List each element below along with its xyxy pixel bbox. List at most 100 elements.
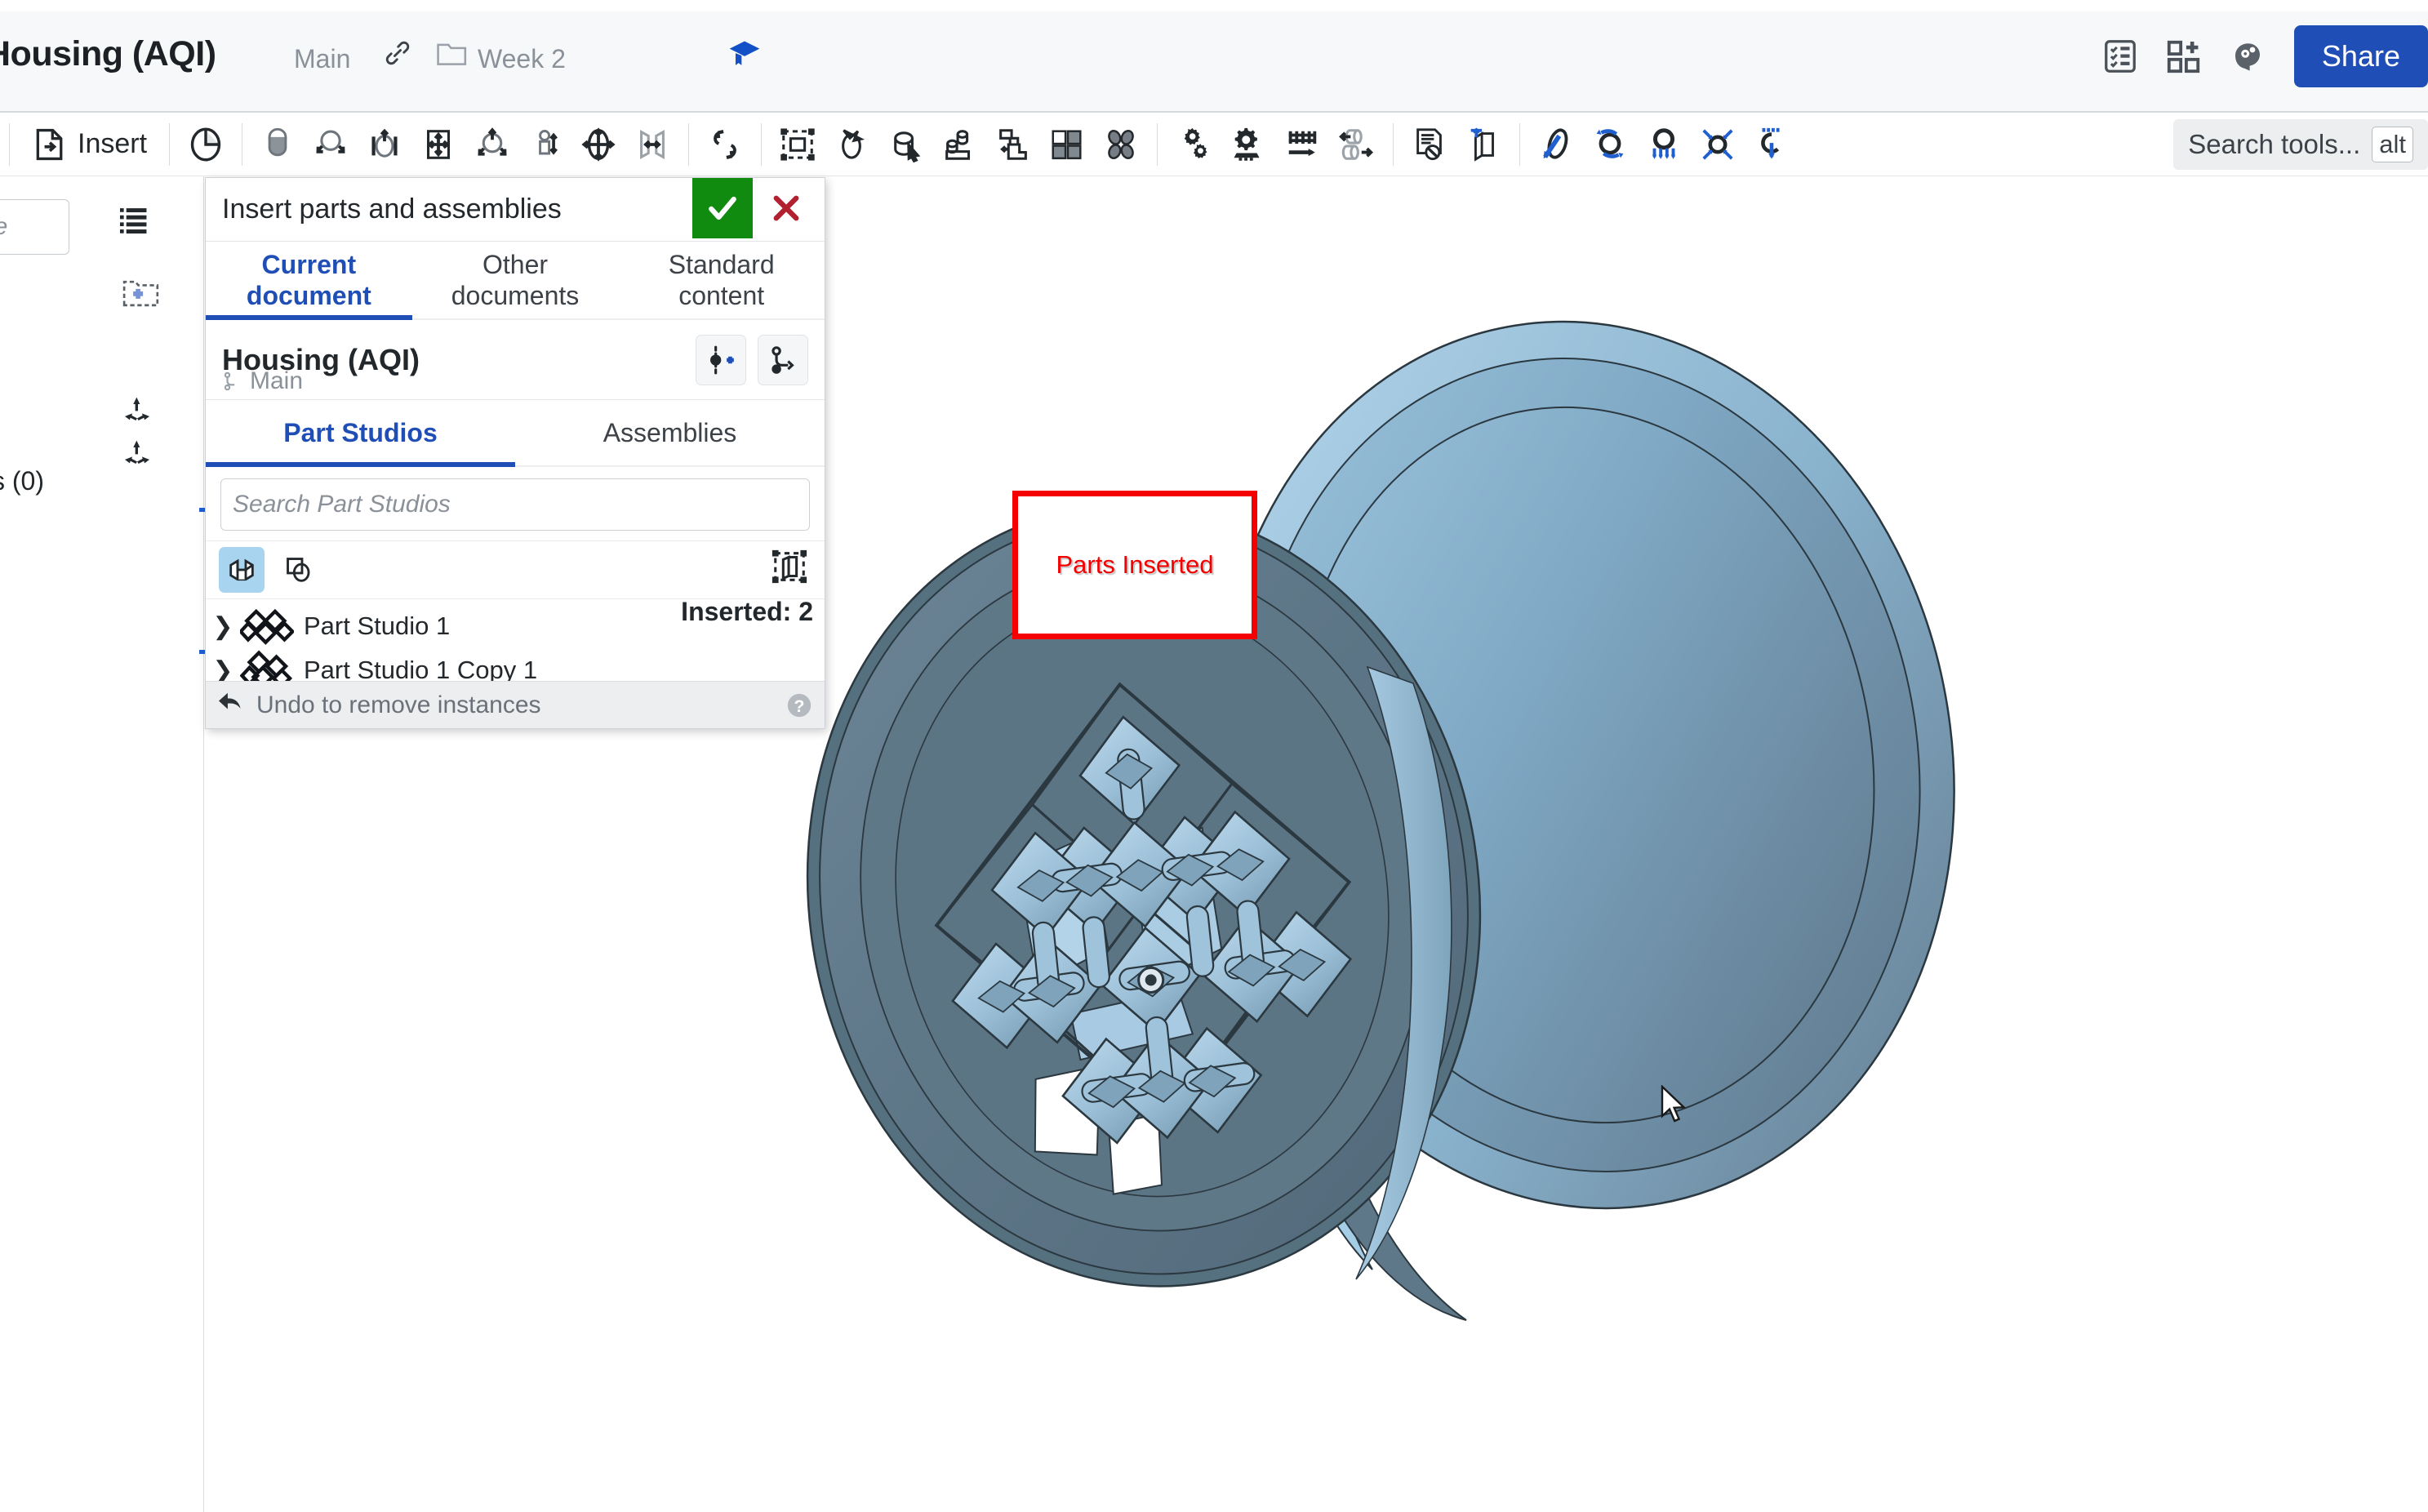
parts-filter-button[interactable] xyxy=(219,547,265,593)
assemble-icon[interactable] xyxy=(932,116,986,173)
tab-other-documents-line2: documents xyxy=(451,281,580,310)
ai-advisor-icon[interactable] xyxy=(2216,24,2279,88)
insert-button[interactable]: Insert xyxy=(19,116,160,173)
tree-row-part-studio-1-copy-1[interactable]: ❯ Part Studio 1 Copy 1 xyxy=(206,648,825,681)
toolbar-divider xyxy=(688,122,690,166)
tab-current-document-line2: document xyxy=(246,281,371,310)
tab-current-document-line1: Current xyxy=(261,250,357,279)
mate-connector-icon[interactable] xyxy=(698,116,752,173)
parallel-mate-icon[interactable] xyxy=(571,116,625,173)
tab-part-studios[interactable]: Part Studios xyxy=(206,400,515,467)
instances-count-label: s (0) xyxy=(0,466,44,496)
cylindrical-mate-icon[interactable] xyxy=(358,116,411,173)
dialog-cancel-button[interactable] xyxy=(756,178,816,238)
bounding-box-icon[interactable] xyxy=(771,548,808,589)
folder-label[interactable]: Week 2 xyxy=(478,44,566,74)
version-graph-button[interactable] xyxy=(758,335,808,385)
lattice-black-thumb xyxy=(239,650,294,681)
screw-relation-icon[interactable] xyxy=(1274,116,1330,173)
tab-standard-content-line1: Standard xyxy=(668,250,775,279)
header-top-strip xyxy=(0,0,2428,11)
toolbar-divider xyxy=(1519,122,1521,166)
sidebar-search-input[interactable]: ame xyxy=(0,199,69,255)
replicate-icon[interactable] xyxy=(825,116,878,173)
rack-pinion-relation-icon[interactable] xyxy=(1221,116,1274,173)
origin-axes-icon[interactable] xyxy=(121,393,153,428)
mirror-icon[interactable] xyxy=(1094,116,1148,173)
tab-current-document[interactable]: Current document xyxy=(206,242,412,320)
compress-icon[interactable] xyxy=(1637,116,1691,173)
chevron-right-icon[interactable]: ❯ xyxy=(206,612,240,641)
dialog-document-branch: Main xyxy=(222,367,303,395)
chevron-right-icon[interactable]: ❯ xyxy=(206,656,240,682)
tangent-mate-icon[interactable] xyxy=(625,116,679,173)
folder-icon[interactable] xyxy=(437,41,468,71)
lattice-black-thumb xyxy=(238,606,296,647)
tab-standard-content-line2: content xyxy=(678,281,765,310)
converge-icon[interactable] xyxy=(1691,116,1745,173)
planar-mate-icon[interactable] xyxy=(411,116,465,173)
copy-paste-instance-icon[interactable] xyxy=(986,116,1040,173)
toolbar-divider xyxy=(1393,122,1394,166)
hide-instance-icon[interactable] xyxy=(1403,116,1456,173)
dialog-title: Insert parts and assemblies xyxy=(222,193,562,225)
release-management-icon[interactable] xyxy=(2088,24,2152,88)
assembly-feature-sidebar: ame xyxy=(0,176,206,1512)
transform-instance-icon[interactable] xyxy=(878,116,932,173)
revolute-mate-icon[interactable] xyxy=(304,116,358,173)
tree-label: Part Studio 1 Copy 1 xyxy=(304,656,538,681)
transform-section-icon[interactable] xyxy=(179,116,233,173)
help-question-icon[interactable]: ? xyxy=(785,692,813,723)
origin-axes-icon[interactable] xyxy=(121,436,153,471)
explode-view-icon[interactable] xyxy=(1456,116,1510,173)
bend-icon[interactable] xyxy=(1529,116,1583,173)
link-icon[interactable] xyxy=(384,39,411,71)
dialog-footer-text: Undo to remove instances xyxy=(256,691,541,718)
linear-relation-icon[interactable] xyxy=(1330,116,1384,173)
dialog-filter-bar xyxy=(206,540,825,599)
part-studios-tree[interactable]: ❯ Part Studio 1 ❯ Part Studio 1 Copy 1 I… xyxy=(206,599,825,681)
app-header: Housing (AQI) Main Week 2 Share xyxy=(0,0,2428,113)
document-title: Housing (AQI) xyxy=(0,34,216,73)
tab-standard-content[interactable]: Standard content xyxy=(618,242,825,318)
dialog-footer: Undo to remove instances ? xyxy=(206,681,825,728)
insert-button-label: Insert xyxy=(78,128,148,159)
tab-other-documents-line1: Other xyxy=(482,250,549,279)
new-folder-icon[interactable] xyxy=(122,278,160,312)
undo-arrow-icon[interactable] xyxy=(217,691,245,719)
search-tools-shortcut: alt xyxy=(2372,127,2413,162)
composite-parts-filter-button[interactable] xyxy=(276,547,322,593)
dialog-type-tabs: Part Studios Assemblies xyxy=(206,400,825,467)
insert-parts-dialog: Insert parts and assemblies Current docu… xyxy=(205,177,825,729)
tab-other-documents[interactable]: Other documents xyxy=(412,242,619,318)
fix-mate-icon[interactable] xyxy=(251,116,304,173)
group-icon[interactable] xyxy=(771,116,825,173)
dialog-document-row: Housing (AQI) Main xyxy=(206,320,825,400)
inserted-count-label: Inserted: 2 xyxy=(681,599,813,626)
assembly-toolbar: Insert Search tools... alt xyxy=(0,113,2428,176)
search-tools-placeholder: Search tools... xyxy=(2188,129,2361,159)
toolbar-divider xyxy=(1157,122,1158,166)
insert-mate-connector-button[interactable] xyxy=(696,335,746,385)
pin-slot-icon[interactable] xyxy=(519,116,571,173)
ball-mate-icon[interactable] xyxy=(465,116,519,173)
rotate-feature-icon[interactable] xyxy=(1583,116,1637,173)
list-view-icon[interactable] xyxy=(118,206,149,238)
search-part-studios-input[interactable] xyxy=(220,478,810,531)
graduation-cap-icon[interactable] xyxy=(727,37,763,77)
dialog-document-branch-label: Main xyxy=(250,367,304,394)
dialog-accept-button[interactable] xyxy=(692,178,753,238)
toolbar-divider xyxy=(9,122,10,166)
add-tab-icon[interactable] xyxy=(2152,24,2216,88)
gear-mate-relation-icon[interactable] xyxy=(1167,116,1221,173)
tab-assemblies[interactable]: Assemblies xyxy=(515,400,825,465)
annotation-box: Parts Inserted xyxy=(1012,491,1257,639)
annotation-label: Parts Inserted xyxy=(1056,550,1214,579)
toolbar-divider xyxy=(169,122,171,166)
spring-icon[interactable] xyxy=(1745,116,1799,173)
search-tools-field[interactable]: Search tools... alt xyxy=(2173,119,2428,170)
share-button[interactable]: Share xyxy=(2293,25,2428,87)
branch-label[interactable]: Main xyxy=(294,44,350,74)
svg-text:?: ? xyxy=(794,696,805,716)
pattern-icon[interactable] xyxy=(1040,116,1094,173)
